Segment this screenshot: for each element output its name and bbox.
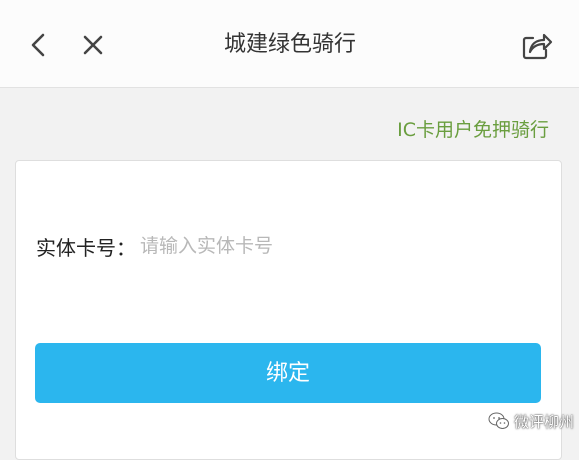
- chevron-left-icon: [31, 33, 45, 57]
- bind-card-panel: 实体卡号： 绑定: [15, 160, 562, 460]
- ic-card-free-deposit-link[interactable]: IC卡用户免押骑行: [397, 116, 549, 144]
- watermark: 微评柳州: [488, 408, 574, 434]
- page-title: 城建绿色骑行: [223, 32, 356, 57]
- wechat-logo-icon: [488, 411, 510, 431]
- bind-button[interactable]: 绑定: [35, 343, 541, 403]
- close-icon: [83, 35, 103, 55]
- card-number-input[interactable]: [140, 235, 460, 257]
- watermark-text: 微评柳州: [514, 412, 575, 431]
- card-number-label: 实体卡号：: [36, 235, 136, 260]
- share-button[interactable]: [519, 29, 553, 63]
- card-number-row: 实体卡号：: [36, 231, 460, 261]
- close-button[interactable]: [78, 30, 108, 60]
- back-button[interactable]: [24, 30, 54, 60]
- top-nav-bar: 城建绿色骑行: [0, 0, 579, 88]
- share-icon: [522, 33, 553, 60]
